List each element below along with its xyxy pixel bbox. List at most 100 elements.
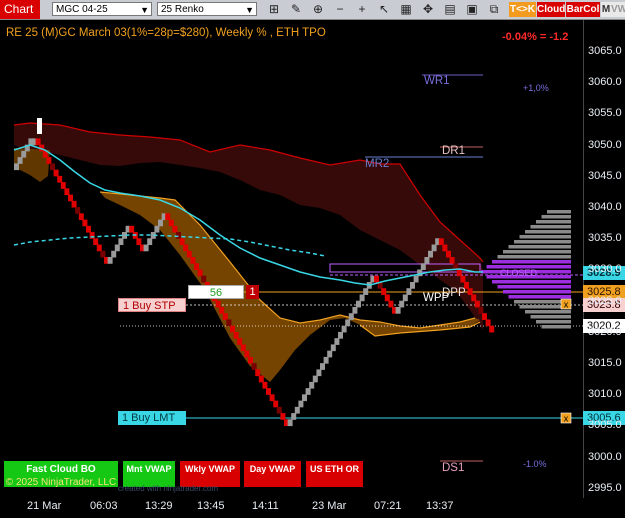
renko-brick-down: [57, 175, 63, 183]
renko-brick-up: [111, 250, 117, 258]
y-tick-label: 3050.0: [588, 138, 622, 151]
renko-brick-down: [78, 213, 84, 221]
renko-brick-down: [248, 356, 253, 364]
order-qty-box[interactable]: 56: [188, 285, 244, 299]
renko-brick-down: [89, 232, 95, 239]
renko-brick-down: [374, 275, 379, 283]
renko-brick-down: [194, 263, 199, 270]
renko-brick-down: [71, 200, 77, 208]
x-tick-label: 23 Mar: [312, 500, 347, 512]
y-tick-label: 3040.0: [588, 201, 622, 213]
renko-brick-up: [417, 269, 423, 277]
renko-brick-up: [410, 281, 415, 289]
wr1-pct-label: +1,0%: [523, 83, 549, 93]
renko-brick-down: [186, 250, 192, 258]
renko-brick-down: [237, 338, 243, 345]
renko-brick-down: [478, 306, 484, 314]
tpo-bar: [541, 325, 571, 329]
renko-brick-down: [53, 169, 59, 177]
renko-brick-down: [230, 325, 235, 333]
renko-brick-down: [100, 250, 106, 258]
tpo-bar: [508, 245, 571, 249]
renko-brick-down: [276, 406, 282, 414]
renko-brick-up: [312, 375, 318, 383]
renko-brick-up: [348, 313, 354, 320]
tpo-bar: [508, 295, 571, 299]
renko-brick-up: [402, 294, 408, 302]
renko-brick-up: [305, 388, 311, 395]
tpo-bar: [541, 215, 571, 219]
renko-brick-down: [244, 350, 250, 358]
renko-brick-up: [17, 157, 23, 164]
renko-brick-up: [294, 406, 300, 414]
tpo-bar: [492, 260, 571, 264]
y-tick-label: 3020.0: [588, 325, 622, 338]
renko-brick-down: [240, 344, 246, 352]
renko-brick-up: [37, 118, 42, 134]
renko-brick-up: [147, 238, 153, 246]
renko-brick-down: [273, 400, 279, 408]
renko-brick-up: [424, 257, 430, 264]
renko-brick-down: [197, 269, 203, 277]
renko-brick-up: [320, 363, 325, 370]
renko-brick-up: [334, 338, 340, 345]
renko-brick-up: [431, 244, 437, 252]
y-tick-label: 2995.0: [588, 481, 622, 494]
renko-brick-down: [258, 375, 264, 383]
renko-brick-down: [129, 225, 135, 233]
renko-brick-down: [64, 188, 70, 196]
renko-brick-up: [323, 356, 329, 364]
renko-brick-down: [449, 257, 455, 264]
renko-brick-down: [75, 207, 81, 214]
renko-brick-down: [226, 319, 232, 327]
renko-brick-up: [287, 419, 293, 427]
renko-brick-down: [96, 244, 102, 252]
renko-brick-up: [21, 150, 27, 158]
y-tick-label: 3010.0: [588, 388, 622, 401]
close-lmt-glyph: x: [564, 414, 569, 424]
buy-stp-order[interactable]: 1 Buy STP: [118, 298, 186, 312]
renko-brick-down: [251, 363, 257, 370]
y-tick-label: 3030.0: [588, 263, 622, 276]
renko-brick-down: [388, 300, 394, 308]
pct-change: -0.04% = -1.2: [502, 31, 569, 43]
renko-brick-up: [338, 331, 343, 339]
renko-brick-down: [384, 294, 390, 302]
renko-brick-down: [93, 238, 99, 246]
x-tick-label: 13:29: [145, 500, 173, 512]
us-eth-or-button[interactable]: US ETH OR: [306, 461, 363, 487]
y-tick-label: 3000.0: [588, 450, 622, 463]
closed-label: CLOSED: [500, 268, 538, 278]
renko-brick-up: [118, 238, 124, 246]
renko-brick-down: [482, 313, 487, 320]
renko-brick-up: [302, 394, 307, 402]
renko-brick-down: [86, 225, 91, 233]
renko-chart: x x: [13, 74, 583, 462]
renko-brick-down: [442, 244, 448, 252]
tpo-bar: [497, 255, 571, 259]
order-qty-count[interactable]: 1: [246, 285, 259, 299]
renko-brick-down: [136, 238, 142, 246]
buy-lmt-order[interactable]: 1 Buy LMT: [118, 411, 186, 425]
renko-brick-down: [179, 238, 185, 246]
day-vwap-button[interactable]: Day VWAP: [244, 461, 301, 487]
y-tick-label: 3055.0: [588, 107, 622, 120]
y-tick-label: 3045.0: [588, 169, 622, 182]
renko-brick-down: [60, 182, 66, 189]
renko-brick-up: [363, 288, 369, 295]
tpo-bar: [525, 230, 571, 234]
renko-brick-down: [68, 194, 73, 202]
renko-brick-up: [359, 294, 365, 302]
renko-brick-up: [428, 250, 433, 258]
renko-brick-down: [176, 232, 181, 239]
fast-cloud-bo-button[interactable]: Fast Cloud BO © 2025 NinjaTrader, LLC: [4, 461, 118, 488]
renko-brick-up: [154, 225, 160, 233]
renko-brick-down: [183, 244, 189, 252]
renko-brick-up: [14, 163, 19, 171]
renko-brick-down: [50, 163, 55, 171]
x-tick-label: 07:21: [374, 500, 402, 512]
y-tick-label: 3015.0: [588, 357, 622, 369]
renko-brick-down: [82, 219, 88, 227]
renko-brick-down: [460, 275, 466, 283]
renko-brick-up: [158, 219, 163, 227]
